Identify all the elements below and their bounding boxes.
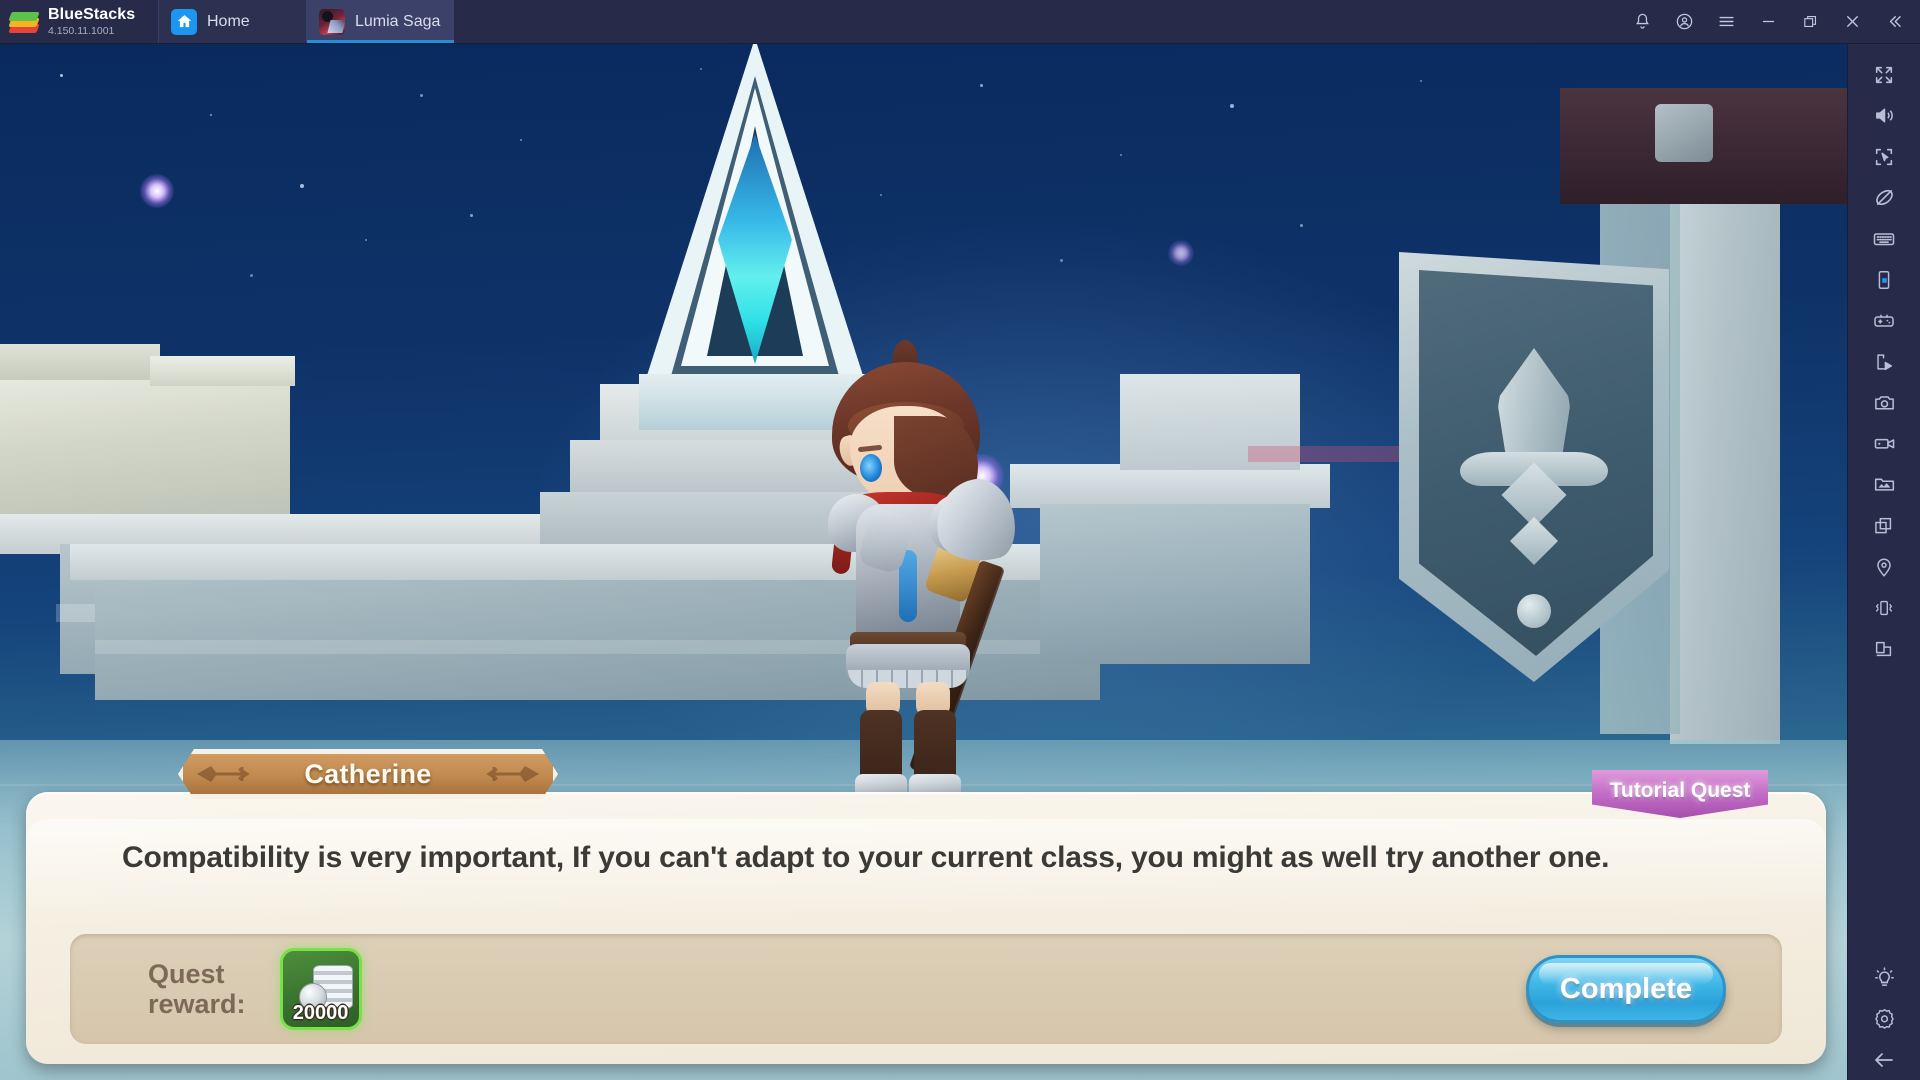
multi-instance-button[interactable] bbox=[1848, 505, 1920, 546]
reward-item-slot[interactable]: 20000 bbox=[279, 948, 362, 1030]
complete-button[interactable]: Complete bbox=[1526, 955, 1726, 1023]
fleur-de-lis-shield-monument bbox=[1399, 252, 1669, 682]
dialogue-text: Compatibility is very important, If you … bbox=[122, 841, 1610, 874]
quest-reward-bar: Quest reward: 20000 Complete bbox=[70, 934, 1782, 1044]
bluestacks-window: BlueStacks 4.150.11.1001 Home Lumia Saga bbox=[0, 0, 1920, 1080]
settings-button[interactable] bbox=[1848, 998, 1920, 1039]
tab-home[interactable]: Home bbox=[158, 0, 306, 43]
back-button[interactable] bbox=[1848, 1039, 1920, 1080]
brand-version: 4.150.11.1001 bbox=[48, 24, 115, 37]
nameplate-ornament-right-icon bbox=[481, 764, 539, 784]
macro-recorder-button[interactable] bbox=[1848, 341, 1920, 382]
rotate-screen-button[interactable] bbox=[1848, 259, 1920, 300]
quest-type-badge: Tutorial Quest bbox=[1592, 770, 1768, 818]
account-button[interactable] bbox=[1664, 0, 1704, 43]
title-bar: BlueStacks 4.150.11.1001 Home Lumia Saga bbox=[0, 0, 1920, 44]
tab-lumia-saga-label: Lumia Saga bbox=[355, 12, 441, 30]
nameplate-ornament-left-icon bbox=[197, 764, 255, 784]
titlebar-spacer bbox=[454, 0, 1622, 43]
quest-type-badge-label: Tutorial Quest bbox=[1609, 779, 1751, 802]
side-toolbar bbox=[1847, 44, 1920, 1080]
fullscreen-button[interactable] bbox=[1848, 54, 1920, 95]
home-icon bbox=[171, 8, 197, 35]
brand-name: BlueStacks bbox=[48, 5, 136, 23]
menu-button[interactable] bbox=[1706, 0, 1746, 43]
close-button[interactable] bbox=[1832, 0, 1872, 43]
collapse-sidebar-button[interactable] bbox=[1874, 0, 1914, 43]
dialogue-panel[interactable]: Catherine Tutorial Quest Compatibility i… bbox=[26, 792, 1826, 1064]
shake-button[interactable] bbox=[1848, 587, 1920, 628]
quest-reward-label: Quest reward: bbox=[148, 958, 246, 1019]
complete-button-label: Complete bbox=[1559, 972, 1693, 1005]
bluestacks-brand: BlueStacks 4.150.11.1001 bbox=[0, 0, 158, 43]
keymapping-button[interactable] bbox=[1848, 218, 1920, 259]
tab-home-label: Home bbox=[207, 12, 250, 30]
tips-button[interactable] bbox=[1848, 957, 1920, 998]
window-controls bbox=[1622, 0, 1920, 43]
bluestacks-logo-icon bbox=[8, 9, 40, 35]
gamepad-button[interactable] bbox=[1848, 300, 1920, 341]
reward-amount: 20000 bbox=[292, 1002, 349, 1024]
notifications-button[interactable] bbox=[1622, 0, 1662, 43]
restore-button[interactable] bbox=[1790, 0, 1830, 43]
resize-button[interactable] bbox=[1848, 628, 1920, 669]
eco-mode-button[interactable] bbox=[1848, 177, 1920, 218]
speaker-nameplate: Catherine bbox=[178, 749, 558, 799]
tab-lumia-saga[interactable]: Lumia Saga bbox=[306, 0, 454, 43]
screenshot-button[interactable] bbox=[1848, 382, 1920, 423]
media-manager-button[interactable] bbox=[1848, 464, 1920, 505]
multi-select-button[interactable] bbox=[1848, 136, 1920, 177]
speaker-name: Catherine bbox=[304, 758, 432, 789]
record-screen-button[interactable] bbox=[1848, 423, 1920, 464]
minimize-button[interactable] bbox=[1748, 0, 1788, 43]
location-button[interactable] bbox=[1848, 546, 1920, 587]
volume-button[interactable] bbox=[1848, 95, 1920, 136]
player-character[interactable] bbox=[806, 340, 1022, 848]
game-viewport[interactable]: Catherine Tutorial Quest Compatibility i… bbox=[0, 44, 1847, 1080]
tab-bar: Home Lumia Saga bbox=[158, 0, 454, 43]
game-icon bbox=[319, 8, 345, 35]
